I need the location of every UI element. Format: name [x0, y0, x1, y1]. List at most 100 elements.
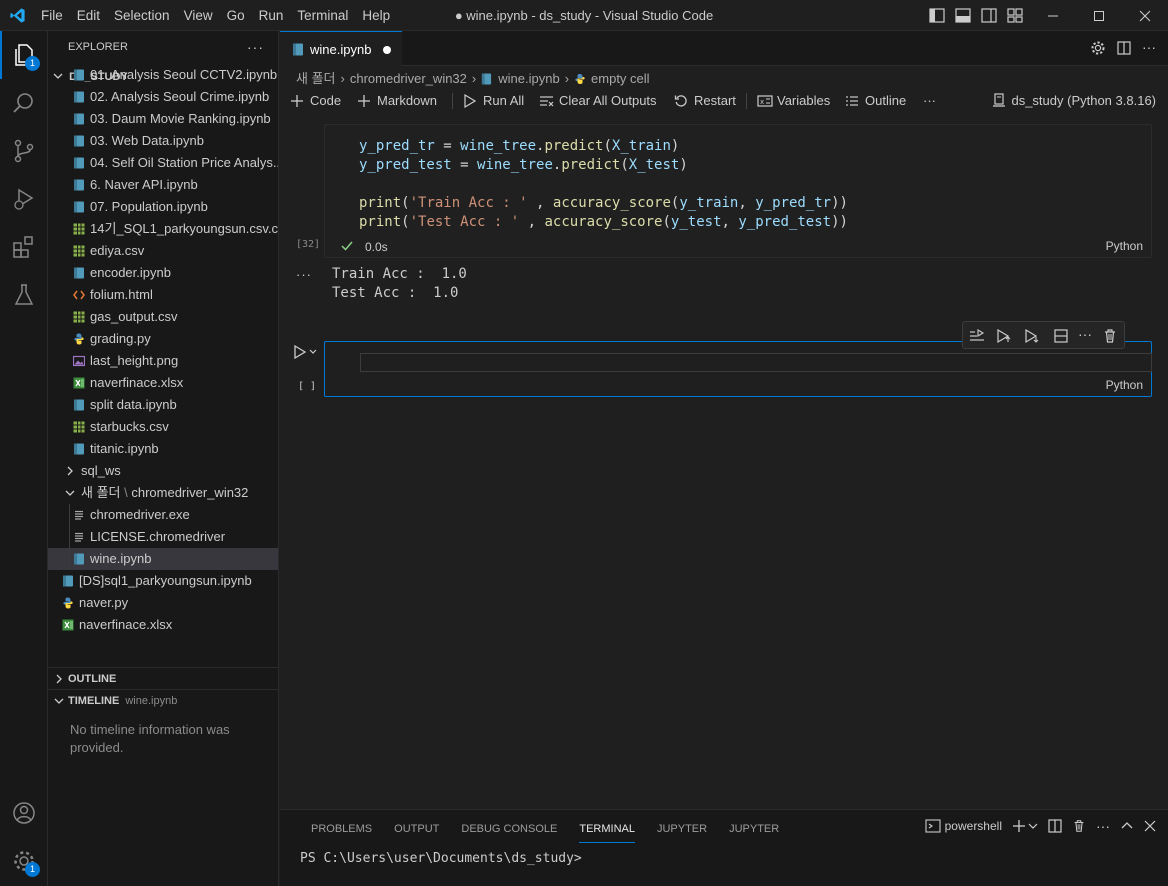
- file-item[interactable]: ediya.csv: [48, 240, 278, 262]
- search-activity[interactable]: [0, 79, 48, 127]
- notebook-icon: [63, 575, 73, 587]
- unsaved-dot-icon[interactable]: [383, 46, 391, 54]
- trash-icon[interactable]: [1102, 328, 1118, 344]
- tab-wine-ipynb[interactable]: wine.ipynb: [280, 31, 402, 66]
- folder-item[interactable]: 새 폴더 \ chromedriver_win32: [48, 482, 278, 504]
- plus-icon[interactable]: [1012, 819, 1026, 833]
- explorer-more-button[interactable]: ···: [247, 31, 264, 64]
- add-code-cell-button[interactable]: Code: [290, 89, 341, 113]
- file-item[interactable]: 04. Self Oil Station Price Analys...: [48, 152, 278, 174]
- extensions-activity[interactable]: [0, 223, 48, 271]
- explorer-activity[interactable]: 1: [0, 31, 48, 79]
- file-item[interactable]: 02. Analysis Seoul Crime.ipynb: [48, 86, 278, 108]
- run-all-button[interactable]: Run All: [463, 89, 524, 113]
- timeline-section-header[interactable]: TIMELINE wine.ipynb: [48, 689, 278, 711]
- close-icon[interactable]: [1144, 820, 1156, 832]
- kernel-picker[interactable]: ds_study (Python 3.8.16): [992, 89, 1156, 113]
- chevron-up-icon[interactable]: [1120, 819, 1134, 833]
- panel-more-button[interactable]: ···: [1096, 819, 1110, 833]
- tab-debug-console[interactable]: DEBUG CONSOLE: [450, 818, 568, 840]
- code-cell-active[interactable]: Python: [324, 341, 1152, 397]
- menu-run[interactable]: Run: [252, 0, 291, 31]
- gear-icon[interactable]: [1090, 40, 1106, 56]
- toolbar-more-button[interactable]: ···: [923, 89, 936, 113]
- file-item[interactable]: 03. Daum Movie Ranking.ipynb: [48, 108, 278, 130]
- toggle-panel-icon[interactable]: [954, 7, 972, 24]
- tab-output[interactable]: OUTPUT: [383, 818, 450, 840]
- menu-edit[interactable]: Edit: [70, 0, 107, 31]
- chevron-down-icon[interactable]: [1028, 821, 1038, 831]
- tab-jupyter-2[interactable]: JUPYTER: [718, 818, 790, 840]
- run-debug-activity[interactable]: [0, 175, 48, 223]
- tab-jupyter[interactable]: JUPYTER: [646, 818, 718, 840]
- menu-go[interactable]: Go: [220, 0, 252, 31]
- file-item[interactable]: naverfinace.xlsx: [48, 614, 278, 636]
- clear-all-outputs-button[interactable]: Clear All Outputs: [539, 89, 657, 113]
- file-item[interactable]: 03. Web Data.ipynb: [48, 130, 278, 152]
- manage-activity[interactable]: 1: [0, 837, 48, 885]
- split-terminal-icon[interactable]: [1048, 819, 1062, 833]
- cell-language[interactable]: Python: [1106, 378, 1143, 392]
- outline-section-header[interactable]: OUTLINE: [48, 667, 278, 689]
- excel-icon: [62, 619, 74, 631]
- split-editor-icon[interactable]: [1116, 40, 1132, 56]
- cell-editor-input[interactable]: [360, 353, 1152, 372]
- outline-button[interactable]: Outline: [845, 89, 906, 113]
- toggle-primary-sidebar-icon[interactable]: [928, 7, 946, 24]
- terminal-prompt[interactable]: PS C:\Users\user\Documents\ds_study>: [300, 851, 582, 866]
- cell-more-button[interactable]: ···: [1078, 326, 1094, 342]
- file-item[interactable]: naverfinace.xlsx: [48, 372, 278, 394]
- file-item[interactable]: 01. Analysis Seoul CCTV2.ipynb: [48, 64, 278, 86]
- execute-below-icon[interactable]: [1024, 328, 1040, 344]
- customize-layout-icon[interactable]: [1006, 7, 1024, 24]
- file-item[interactable]: titanic.ipynb: [48, 438, 278, 460]
- file-item[interactable]: grading.py: [48, 328, 278, 350]
- breadcrumb-file[interactable]: wine.ipynb: [498, 68, 559, 90]
- accounts-activity[interactable]: [0, 789, 48, 837]
- folder-item[interactable]: sql_ws: [48, 460, 278, 482]
- add-markdown-cell-button[interactable]: Markdown: [357, 89, 437, 113]
- restart-button[interactable]: Restart: [674, 89, 736, 113]
- split-cell-icon[interactable]: [1053, 328, 1069, 344]
- file-item[interactable]: 14기_SQL1_parkyoungsun.csv.c...: [48, 218, 278, 240]
- cell-language[interactable]: Python: [1106, 239, 1143, 253]
- file-item[interactable]: wine.ipynb: [48, 548, 278, 570]
- file-item[interactable]: folium.html: [48, 284, 278, 306]
- tab-terminal[interactable]: TERMINAL: [568, 818, 646, 843]
- file-item[interactable]: LICENSE.chromedriver: [48, 526, 278, 548]
- testing-activity[interactable]: [0, 271, 48, 319]
- file-item[interactable]: [DS]sql1_parkyoungsun.ipynb: [48, 570, 278, 592]
- source-control-activity[interactable]: [0, 127, 48, 175]
- file-item[interactable]: naver.py: [48, 592, 278, 614]
- menu-file[interactable]: File: [34, 0, 70, 31]
- file-item[interactable]: 6. Naver API.ipynb: [48, 174, 278, 196]
- file-item[interactable]: encoder.ipynb: [48, 262, 278, 284]
- file-item[interactable]: starbucks.csv: [48, 416, 278, 438]
- trash-icon[interactable]: [1072, 819, 1086, 833]
- code-cell[interactable]: y_pred_tr = wine_tree.predict(X_train) y…: [324, 124, 1152, 258]
- breadcrumb-subfolder[interactable]: chromedriver_win32: [350, 68, 467, 90]
- file-item[interactable]: last_height.png: [48, 350, 278, 372]
- menu-terminal[interactable]: Terminal: [290, 0, 355, 31]
- menu-help[interactable]: Help: [355, 0, 397, 31]
- execute-above-icon[interactable]: [996, 328, 1012, 344]
- breadcrumb-folder[interactable]: 새 폴더: [296, 68, 336, 90]
- file-item[interactable]: split data.ipynb: [48, 394, 278, 416]
- more-actions-button[interactable]: ···: [1142, 40, 1156, 56]
- variables-button[interactable]: x Variables: [757, 89, 830, 113]
- file-item[interactable]: gas_output.csv: [48, 306, 278, 328]
- tab-problems[interactable]: PROBLEMS: [300, 818, 383, 840]
- menu-selection[interactable]: Selection: [107, 0, 177, 31]
- execute-cell-icon[interactable]: [293, 344, 317, 360]
- terminal-shell-selector[interactable]: powershell: [925, 819, 1002, 833]
- file-item[interactable]: chromedriver.exe: [48, 504, 278, 526]
- close-button[interactable]: [1122, 0, 1168, 31]
- minimize-button[interactable]: [1030, 0, 1076, 31]
- output-more-button[interactable]: ···: [296, 267, 312, 282]
- breadcrumb-cell[interactable]: empty cell: [591, 68, 650, 90]
- file-item[interactable]: 07. Population.ipynb: [48, 196, 278, 218]
- run-by-line-icon[interactable]: [969, 328, 985, 344]
- maximize-button[interactable]: [1076, 0, 1122, 31]
- toggle-secondary-sidebar-icon[interactable]: [980, 7, 998, 24]
- menu-view[interactable]: View: [177, 0, 220, 31]
